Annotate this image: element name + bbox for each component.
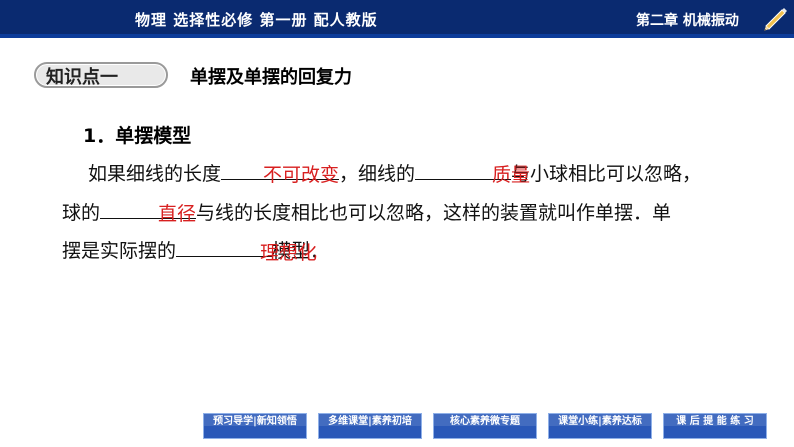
pencil-icon <box>764 8 787 31</box>
header-accent-line <box>0 34 794 38</box>
nav-button-practice[interactable]: 课堂小练|素养达标 <box>548 413 652 439</box>
line1-text-1: 如果细线的长度 <box>88 163 222 185</box>
answer-1: 不可改变 <box>263 164 340 186</box>
knowledge-point-label: 知识点一 <box>46 67 118 88</box>
subheading: 1．单摆模型 <box>83 125 192 147</box>
blank-4 <box>176 236 273 257</box>
line3-text-1: 摆是实际摆的 <box>62 240 177 262</box>
nav-button-core-topic[interactable]: 核心素养微专题 <box>433 413 537 439</box>
book-title: 物理 选择性必修 第一册 配人教版 <box>135 11 378 29</box>
section-title: 单摆及单摆的回复力 <box>190 67 352 88</box>
line2-text-2: 与线的长度相比也可以忽略，这样的装置就叫作单摆．单 <box>196 202 672 224</box>
line1-text-3: 与小球相比可以忽略， <box>511 163 702 185</box>
content-line-1: 如果细线的长度 ，细线的 与小球相比可以忽略， <box>88 159 701 186</box>
header-bar: 物理 选择性必修 第一册 配人教版 第二章 机械振动 <box>0 0 794 38</box>
answer-2: 质量 <box>492 164 531 186</box>
nav-button-preview[interactable]: 预习导学|新知领悟 <box>203 413 307 439</box>
answer-4: 理想化 <box>260 242 318 264</box>
line2-text-1: 球的 <box>62 202 101 224</box>
nav-button-classroom[interactable]: 多维课堂|素养初培 <box>318 413 422 439</box>
chapter-title: 第二章 机械振动 <box>636 13 739 29</box>
line1-text-2: ，细线的 <box>339 163 416 185</box>
content-line-2: 球的 与线的长度相比也可以忽略，这样的装置就叫作单摆．单 <box>62 198 671 225</box>
answer-3: 直径 <box>158 203 197 225</box>
nav-button-homework[interactable]: 课 后 提 能 练 习 <box>663 413 767 439</box>
